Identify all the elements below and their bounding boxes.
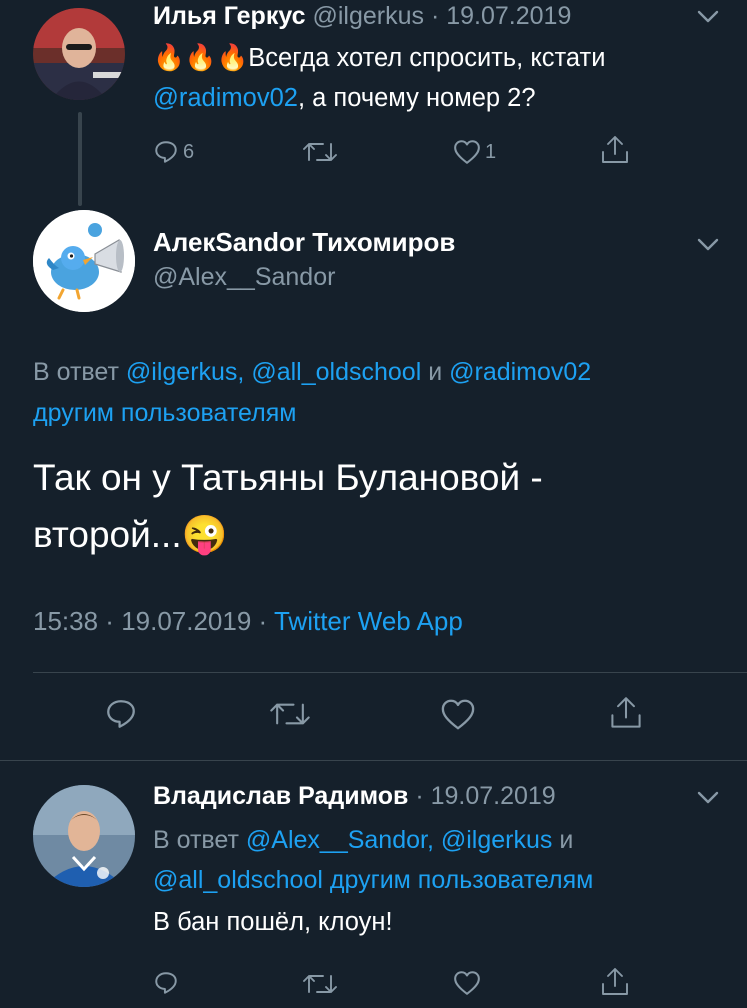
winking-tongue-emoji: 😜: [181, 514, 228, 555]
heart-icon: [454, 140, 480, 164]
divider: [0, 760, 747, 761]
author-name[interactable]: АлекSandor Тихомиров: [153, 227, 455, 258]
divider: [33, 672, 747, 673]
thread-connector: [78, 112, 82, 206]
other-users-link[interactable]: другим пользователям: [323, 866, 593, 894]
retweet-button[interactable]: [303, 140, 337, 164]
user-photo-icon: [33, 8, 125, 100]
heart-icon: [441, 699, 475, 730]
reply-count: 6: [183, 140, 195, 163]
like-button[interactable]: [453, 970, 481, 996]
reply-icon: [155, 972, 177, 994]
share-button[interactable]: [600, 134, 630, 166]
fire-emoji: 🔥🔥🔥: [153, 44, 249, 72]
tweet-header: Илья Геркус @ilgerkus · 19.07.2019: [153, 2, 571, 31]
retweet-button[interactable]: [270, 700, 310, 728]
avatar[interactable]: [33, 785, 135, 887]
tweet-date[interactable]: 19.07.2019: [446, 2, 571, 30]
mention-link[interactable]: @all_oldschool: [153, 866, 323, 894]
author-handle[interactable]: @ilgerkus: [312, 2, 424, 30]
tweet-menu-chevron-down-icon[interactable]: [697, 10, 719, 24]
reply-button[interactable]: 6: [153, 139, 194, 165]
tweet-text: 🔥🔥🔥Всегда хотел спросить, кстати @radimo…: [153, 44, 606, 112]
tweet-text: Так он у Татьяны Булановой - второй...😜: [33, 457, 543, 555]
retweet-icon: [270, 703, 310, 725]
dot-separator: ·: [408, 782, 431, 810]
share-icon: [602, 136, 628, 163]
author-name[interactable]: Владислав Радимов: [153, 782, 408, 810]
tweet-text: В бан пошёл, клоун!: [153, 908, 393, 936]
reply-icon: [107, 700, 135, 728]
avatar[interactable]: [33, 210, 135, 312]
share-icon: [611, 697, 641, 728]
mention-link[interactable]: @radimov02: [449, 358, 591, 386]
tweet-header: Владислав Радимов · 19.07.2019: [153, 782, 556, 811]
mention-link[interactable]: @Alex__Sandor, @ilgerkus: [246, 826, 552, 854]
like-count: 1: [485, 140, 497, 163]
tweet-date[interactable]: 19.07.2019: [121, 606, 251, 636]
heart-icon: [454, 971, 480, 995]
tweet-menu-chevron-down-icon[interactable]: [697, 791, 719, 805]
tweet-time[interactable]: 15:38: [33, 606, 98, 636]
mention-link[interactable]: @radimov02: [153, 84, 298, 112]
like-button[interactable]: 1: [453, 139, 496, 165]
tweet-date[interactable]: 19.07.2019: [431, 782, 556, 810]
author-handle[interactable]: @Alex__Sandor: [153, 263, 335, 292]
retweet-button[interactable]: [303, 972, 337, 996]
author-name[interactable]: Илья Геркус: [153, 2, 306, 30]
tweet-source-link[interactable]: Twitter Web App: [274, 606, 463, 636]
user-photo-icon: [33, 785, 135, 887]
share-button[interactable]: [600, 966, 630, 998]
retweet-icon: [303, 975, 337, 993]
reply-button[interactable]: [104, 697, 138, 731]
avatar[interactable]: [33, 8, 125, 100]
twitter-bird-megaphone-icon: [33, 210, 135, 312]
share-icon: [602, 968, 628, 995]
like-button[interactable]: [440, 698, 476, 731]
mention-link[interactable]: @ilgerkus, @all_oldschool: [126, 358, 421, 386]
tweet-meta: 15:38 · 19.07.2019 · Twitter Web App: [33, 606, 463, 636]
other-users-link[interactable]: другим пользователям: [33, 399, 296, 427]
retweet-icon: [303, 143, 337, 161]
reply-button[interactable]: [153, 970, 179, 996]
reply-context: В ответ @Alex__Sandor, @ilgerkus и @all_…: [153, 826, 594, 894]
tweet-menu-chevron-down-icon[interactable]: [697, 238, 719, 252]
dot-separator: ·: [424, 2, 447, 30]
share-button[interactable]: [609, 694, 643, 732]
reply-context: В ответ @ilgerkus, @all_oldschool и @rad…: [33, 358, 592, 427]
reply-icon: [155, 141, 177, 163]
